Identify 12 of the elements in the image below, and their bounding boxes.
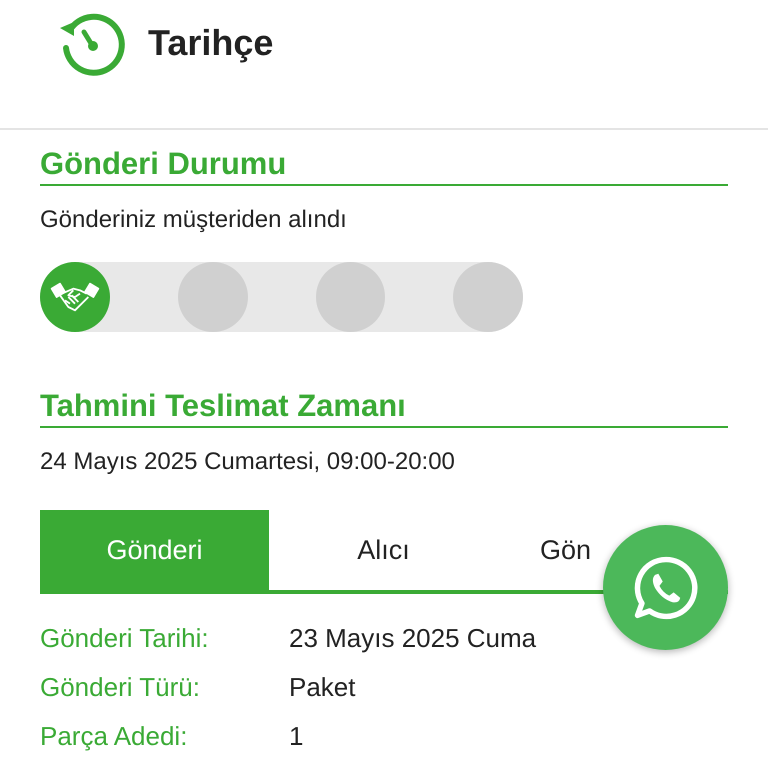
section-heading: Gönderi Durumu: [40, 144, 728, 186]
detail-label: Parça Adedi:: [40, 721, 188, 752]
handshake-icon: [50, 280, 100, 314]
detail-value: 1: [289, 721, 304, 752]
page-title: Tarihçe: [148, 22, 274, 64]
status-message: Gönderiniz müşteriden alındı: [40, 206, 348, 234]
detail-label: Gönderi Türü:: [40, 672, 201, 703]
detail-value: Paket: [289, 672, 356, 703]
section-heading: Tahmini Teslimat Zamanı: [40, 386, 728, 428]
detail-label: Gönderi Tarihi:: [40, 623, 210, 654]
detail-value: 23 Mayıs 2025 Cuma: [289, 623, 536, 654]
delivery-time: 24 Mayıs 2025 Cumartesi, 09:00-20:00: [40, 448, 456, 476]
